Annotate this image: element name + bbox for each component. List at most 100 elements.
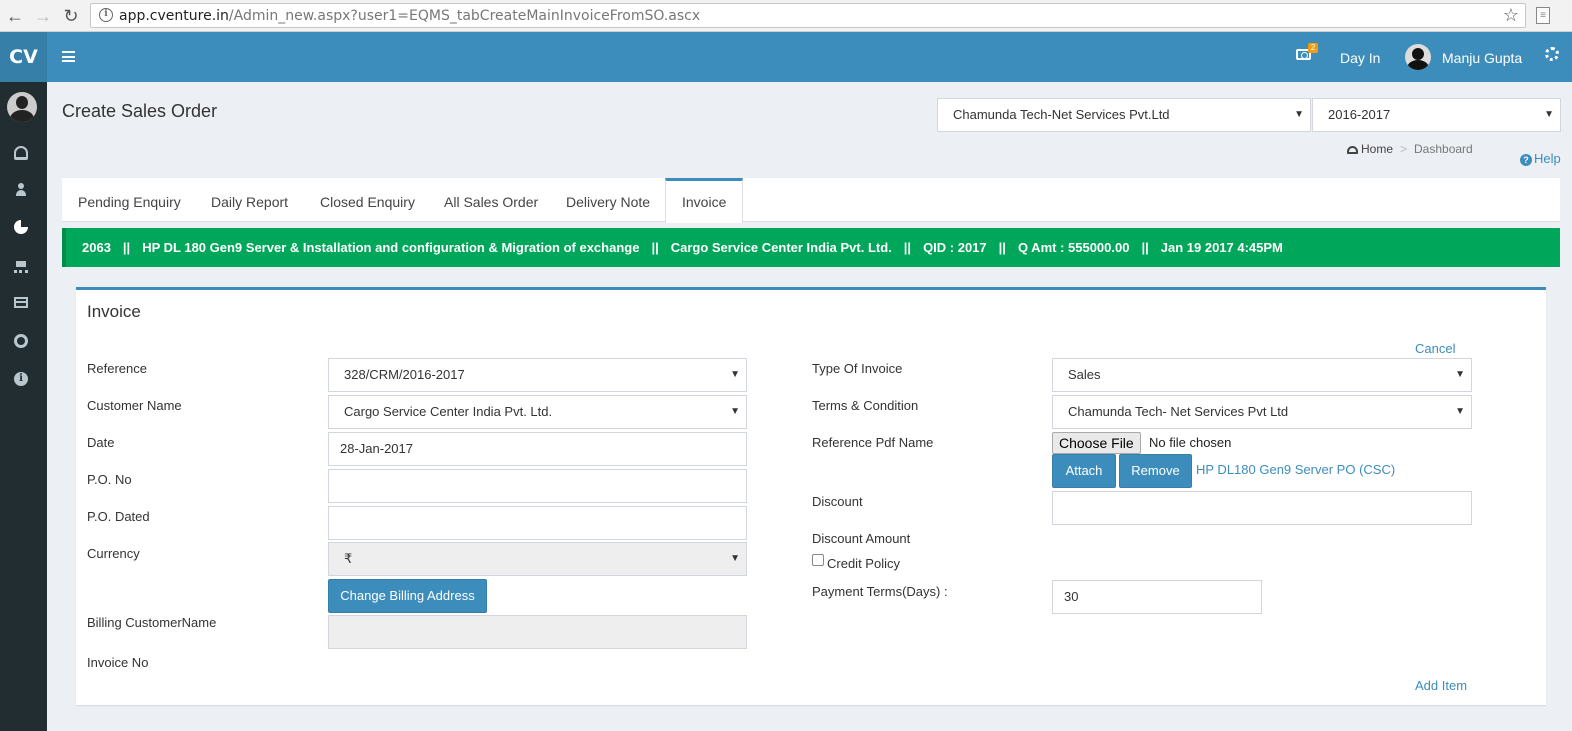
terms-condition-select[interactable]: Chamunda Tech- Net Services Pvt Ltd ▼ [1052, 395, 1472, 429]
terms-condition-value: Chamunda Tech- Net Services Pvt Ltd [1068, 404, 1289, 419]
customer-name-select[interactable]: Cargo Service Center India Pvt. Ltd. ▼ [328, 395, 747, 429]
forward-arrow-icon[interactable]: → [32, 5, 54, 27]
app-logo[interactable]: CV [0, 32, 47, 82]
currency-value: ₹ [344, 551, 353, 566]
date-input[interactable]: 28-Jan-2017 [328, 432, 747, 466]
add-item-link[interactable]: Add Item [1415, 678, 1467, 693]
day-in-link[interactable]: Day In [1340, 50, 1380, 66]
pie-chart-icon[interactable] [14, 220, 28, 234]
notification-badge: 2 [1308, 43, 1318, 53]
terms-condition-label: Terms & Condition [812, 398, 919, 413]
tab-invoice[interactable]: Invoice [665, 178, 744, 223]
page-title: Create Sales Order [62, 101, 218, 121]
dashboard-icon [1347, 146, 1358, 154]
currency-select[interactable]: ₹ ▼ [328, 542, 747, 576]
info-icon[interactable]: i [99, 8, 113, 22]
reload-icon[interactable]: ↻ [60, 5, 82, 27]
year-select-value: 2016-2017 [1328, 107, 1391, 122]
tab-closed-enquiry[interactable]: Closed Enquiry [304, 178, 431, 222]
discount-amount-label: Discount Amount [812, 531, 911, 546]
back-arrow-icon[interactable]: ← [4, 5, 26, 27]
chevron-down-icon: ▼ [1544, 109, 1554, 120]
help-link[interactable]: ? Help [1520, 151, 1561, 166]
breadcrumb-home[interactable]: Home [1347, 142, 1393, 156]
tab-delivery-note[interactable]: Delivery Note [550, 178, 666, 222]
billing-customer-name-input[interactable] [328, 615, 747, 649]
currency-label: Currency [87, 546, 140, 561]
credit-policy-checkbox[interactable] [812, 554, 824, 566]
date-label: Date [87, 435, 115, 450]
attach-button[interactable]: Attach [1052, 454, 1116, 488]
tab-all-sales-order[interactable]: All Sales Order [428, 178, 554, 222]
payment-terms-input[interactable]: 30 [1052, 580, 1262, 614]
company-select[interactable]: Chamunda Tech-Net Services Pvt.Ltd ▼ [937, 98, 1311, 132]
settings-gears-icon[interactable] [1545, 47, 1559, 61]
sidebar-avatar [7, 92, 37, 122]
banner-separator: || [998, 240, 1006, 255]
banner-qid: QID : 2017 [923, 240, 987, 255]
attached-file-link[interactable]: HP DL180 Gen9 Server PO (CSC) [1196, 462, 1395, 477]
po-no-input[interactable] [328, 469, 747, 503]
question-icon: ? [1520, 154, 1532, 166]
banner-customer: Cargo Service Center India Pvt. Ltd. [670, 240, 892, 255]
file-status: No file chosen [1149, 435, 1232, 450]
user-avatar[interactable] [1405, 44, 1431, 70]
chevron-down-icon: ▼ [1455, 406, 1465, 417]
banner-separator: || [1141, 240, 1149, 255]
bookmark-star-icon[interactable]: ☆ [1503, 5, 1519, 26]
breadcrumb-current: Dashboard [1414, 142, 1473, 156]
extension-page-icon[interactable]: ≡ [1536, 7, 1550, 24]
reference-pdf-label: Reference Pdf Name [812, 435, 934, 450]
lifebuoy-icon[interactable] [14, 334, 28, 348]
reference-select[interactable]: 328/CRM/2016-2017 ▼ [328, 358, 747, 392]
chevron-down-icon: ▼ [730, 553, 740, 564]
tab-pending-enquiry[interactable]: Pending Enquiry [62, 178, 197, 222]
user-name[interactable]: Manju Gupta [1442, 50, 1522, 66]
discount-label: Discount [812, 494, 863, 509]
payment-terms-label: Payment Terms(Days) : [812, 584, 948, 599]
browser-toolbar: ← → ↻ i app.cventure.in/Admin_new.aspx?u… [0, 0, 1572, 32]
banner-separator: || [651, 240, 659, 255]
type-of-invoice-label: Type Of Invoice [812, 361, 903, 376]
reference-label: Reference [87, 361, 147, 376]
credit-policy-label: Credit Policy [827, 556, 900, 571]
po-dated-input[interactable] [328, 506, 747, 540]
choose-file-button[interactable]: Choose File [1052, 432, 1141, 454]
banner-qamt: Q Amt : 555000.00 [1017, 240, 1130, 255]
company-select-value: Chamunda Tech-Net Services Pvt.Ltd [953, 107, 1170, 122]
cancel-link[interactable]: Cancel [1415, 341, 1455, 356]
url-text: app.cventure.in/Admin_new.aspx?user1=EQM… [119, 8, 701, 24]
chevron-down-icon: ▼ [730, 369, 740, 380]
type-of-invoice-value: Sales [1068, 367, 1101, 382]
cart-icon[interactable] [14, 259, 28, 273]
billing-customer-name-label: Billing CustomerName [87, 615, 217, 630]
po-no-label: P.O. No [87, 472, 132, 487]
credit-card-icon[interactable] [14, 297, 28, 308]
info-circle-icon[interactable]: i [14, 372, 28, 386]
reference-select-value: 328/CRM/2016-2017 [344, 367, 465, 382]
banner-description: HP DL 180 Gen9 Server & Installation and… [142, 240, 640, 255]
chevron-down-icon: ▼ [1294, 109, 1304, 120]
year-select[interactable]: 2016-2017 ▼ [1312, 98, 1561, 132]
enquiry-info-banner: 2063 || HP DL 180 Gen9 Server & Installati… [62, 228, 1560, 267]
remove-button[interactable]: Remove [1119, 454, 1192, 488]
banner-separator: || [903, 240, 912, 255]
breadcrumb-separator: > [1400, 142, 1408, 156]
banner-id: 2063 [82, 240, 111, 255]
main-header: CV 2 Day In Manju Gupta [0, 32, 1572, 82]
customer-name-value: Cargo Service Center India Pvt. Ltd. [344, 404, 553, 419]
chevron-down-icon: ▼ [1455, 369, 1465, 380]
change-billing-address-button[interactable]: Change Billing Address [328, 579, 487, 613]
banner-date: Jan 19 2017 4:45PM [1160, 240, 1283, 255]
tab-daily-report[interactable]: Daily Report [195, 178, 304, 222]
type-of-invoice-select[interactable]: Sales ▼ [1052, 358, 1472, 392]
chevron-down-icon: ▼ [730, 406, 740, 417]
dashboard-icon[interactable] [14, 146, 28, 160]
user-icon[interactable] [14, 183, 28, 197]
invoice-no-label: Invoice No [87, 655, 149, 670]
discount-input[interactable] [1052, 491, 1472, 525]
address-bar[interactable]: i app.cventure.in/Admin_new.aspx?user1=E… [90, 3, 1526, 28]
sidebar: i [0, 82, 47, 731]
invoice-title: Invoice [87, 302, 141, 321]
menu-toggle-icon[interactable] [62, 51, 75, 62]
